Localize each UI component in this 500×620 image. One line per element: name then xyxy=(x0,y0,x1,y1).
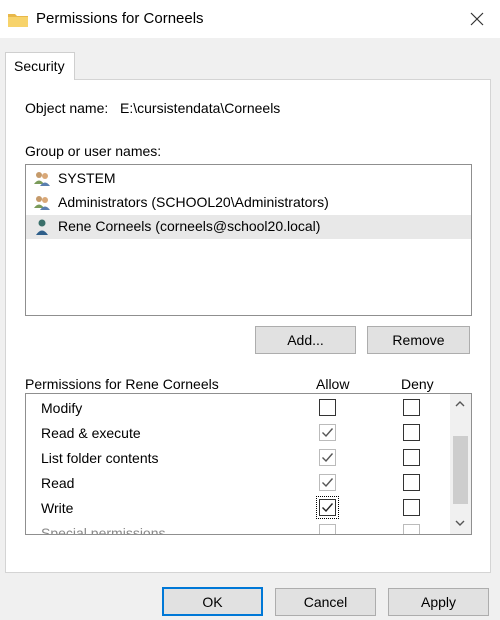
deny-checkbox-special xyxy=(403,524,420,534)
allow-checkbox-list-folder[interactable] xyxy=(319,449,336,466)
group-names-label: Group or user names: xyxy=(25,143,162,159)
permission-label: Write xyxy=(41,500,74,516)
list-item-rene-corneels[interactable]: Rene Corneels (corneels@school20.local) xyxy=(26,215,471,239)
permission-row-read-execute: Read & execute xyxy=(26,421,446,446)
chevron-down-icon xyxy=(455,520,465,526)
apply-button-label: Apply xyxy=(420,594,457,610)
deny-checkbox-write[interactable] xyxy=(403,499,420,516)
list-item-administrators[interactable]: Administrators (SCHOOL20\Administrators) xyxy=(26,191,471,215)
user-icon xyxy=(36,219,48,235)
permission-label: Modify xyxy=(41,400,83,416)
permission-label: Read & execute xyxy=(41,425,141,441)
apply-button[interactable]: Apply xyxy=(388,588,489,616)
deny-header: Deny xyxy=(401,376,434,392)
allow-checkbox-read[interactable] xyxy=(319,474,336,491)
window-title: Permissions for Corneels xyxy=(36,10,204,27)
object-name-label: Object name: xyxy=(25,100,109,116)
permission-label: Special permissions xyxy=(41,525,166,535)
close-button[interactable] xyxy=(454,0,500,38)
deny-checkbox-read[interactable] xyxy=(403,474,420,491)
checkmark-icon xyxy=(322,503,334,513)
object-name-value: E:\cursistendata\Corneels xyxy=(120,100,281,116)
deny-checkbox-modify[interactable] xyxy=(403,399,420,416)
add-button[interactable]: Add... xyxy=(255,326,356,354)
permission-row-write: Write xyxy=(26,496,446,521)
ok-button-label: OK xyxy=(202,594,223,610)
permission-label: Read xyxy=(41,475,75,491)
list-item-label: Administrators (SCHOOL20\Administrators) xyxy=(58,194,329,210)
group-users-icon xyxy=(34,196,50,210)
list-item-system[interactable]: SYSTEM xyxy=(26,167,471,191)
permission-row-read: Read xyxy=(26,471,446,496)
permission-row-modify: Modify xyxy=(26,396,446,421)
permissions-list[interactable]: Modify Read & execute List folder conten… xyxy=(25,393,472,535)
group-user-list[interactable]: SYSTEM Administrators (SCHOOL20\Administ… xyxy=(25,164,472,316)
checkmark-icon xyxy=(322,478,334,488)
list-item-label: Rene Corneels (corneels@school20.local) xyxy=(58,218,321,234)
permissions-label: Permissions for Rene Corneels xyxy=(25,376,219,392)
allow-checkbox-modify[interactable] xyxy=(319,399,336,416)
permission-row-list-folder: List folder contents xyxy=(26,446,446,471)
allow-checkbox-write[interactable] xyxy=(316,496,339,519)
remove-button[interactable]: Remove xyxy=(367,326,470,354)
checkmark-icon xyxy=(322,428,334,438)
scroll-down-button[interactable] xyxy=(450,514,471,534)
permission-label: List folder contents xyxy=(41,450,159,466)
scroll-up-button[interactable] xyxy=(450,394,471,414)
remove-button-label: Remove xyxy=(392,332,445,348)
deny-checkbox-read-execute[interactable] xyxy=(403,424,420,441)
list-item-label: SYSTEM xyxy=(58,170,116,186)
cancel-button[interactable]: Cancel xyxy=(275,588,376,616)
permissions-scrollbar[interactable] xyxy=(450,394,471,534)
close-icon xyxy=(470,12,484,26)
title-bar: Permissions for Corneels xyxy=(0,0,500,38)
chevron-up-icon xyxy=(455,401,465,407)
checkmark-icon xyxy=(322,453,334,463)
allow-header: Allow xyxy=(316,376,350,392)
allow-checkbox-read-execute[interactable] xyxy=(319,424,336,441)
group-users-icon xyxy=(34,172,50,186)
ok-button[interactable]: OK xyxy=(162,587,263,616)
deny-checkbox-list-folder[interactable] xyxy=(403,449,420,466)
tab-label: Security xyxy=(14,58,65,74)
permission-row-special: Special permissions xyxy=(26,521,446,535)
scroll-thumb[interactable] xyxy=(453,436,468,504)
tab-security[interactable]: Security xyxy=(5,52,75,80)
cancel-button-label: Cancel xyxy=(303,594,348,610)
folder-icon xyxy=(8,14,28,27)
add-button-label: Add... xyxy=(287,332,324,348)
allow-checkbox-special xyxy=(319,524,336,534)
